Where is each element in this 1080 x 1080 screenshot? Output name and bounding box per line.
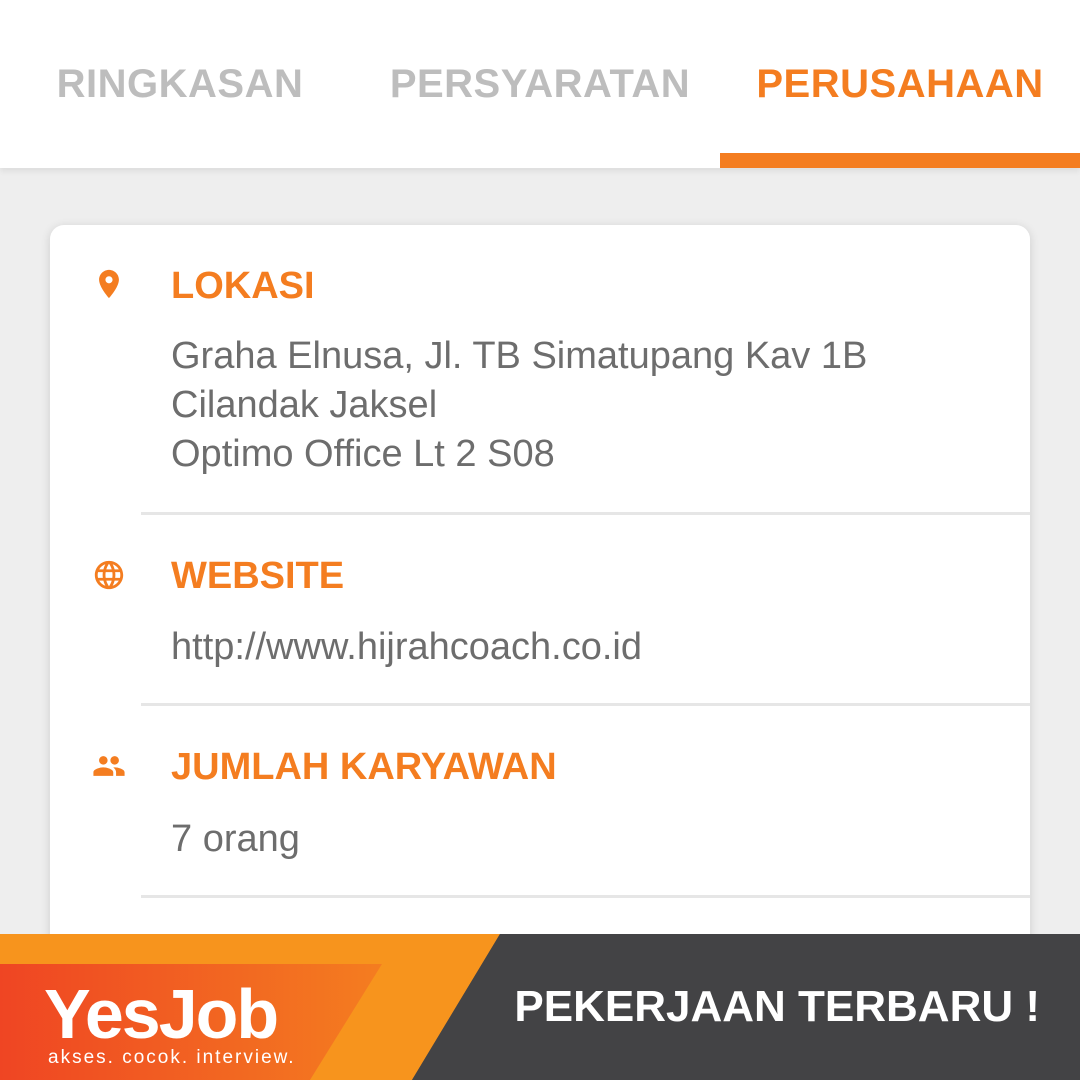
tab-perusahaan[interactable]: PERUSAHAAN xyxy=(720,0,1080,168)
location-pin-icon xyxy=(92,267,126,301)
employee-count-heading: JUMLAH KARYAWAN xyxy=(171,746,557,788)
address-line: Cilandak Jaksel xyxy=(171,384,438,426)
globe-icon xyxy=(92,558,126,592)
tab-persyaratan[interactable]: PERSYARATAN xyxy=(360,0,720,168)
divider xyxy=(141,895,1030,898)
location-address: Graha Elnusa, Jl. TB Simatupang Kav 1B C… xyxy=(171,332,867,479)
website-heading: WEBSITE xyxy=(171,555,345,597)
company-info-card: LOKASI Graha Elnusa, Jl. TB Simatupang K… xyxy=(50,225,1030,985)
active-tab-indicator xyxy=(720,153,1080,168)
employee-count-value: 7 orang xyxy=(171,818,300,860)
promo-banner: YesJob akses. cocok. interview. PEKERJAA… xyxy=(0,934,1080,1080)
people-icon xyxy=(92,749,126,783)
divider xyxy=(141,512,1030,515)
tab-bar: RINGKASAN PERSYARATAN PERUSAHAAN xyxy=(0,0,1080,168)
tab-ringkasan[interactable]: RINGKASAN xyxy=(0,0,360,168)
latest-jobs-cta: PEKERJAAN TERBARU ! xyxy=(514,982,1040,1031)
location-heading: LOKASI xyxy=(171,265,315,307)
address-line: Graha Elnusa, Jl. TB Simatupang Kav 1B xyxy=(171,335,868,377)
divider xyxy=(141,703,1030,706)
website-link[interactable]: http://www.hijrahcoach.co.id xyxy=(171,623,642,672)
address-line: Optimo Office Lt 2 S08 xyxy=(171,433,555,475)
logo-tagline: akses. cocok. interview. xyxy=(48,1047,296,1068)
yesjob-logo: YesJob xyxy=(44,975,279,1053)
